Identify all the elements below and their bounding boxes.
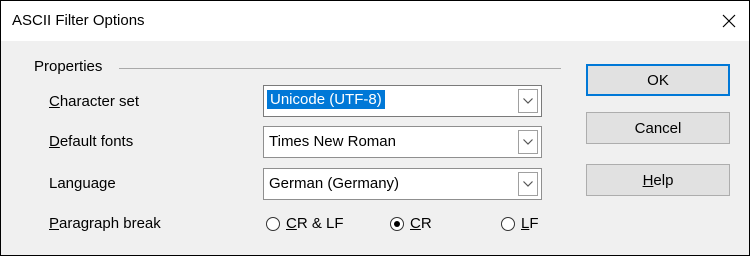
close-icon (722, 14, 736, 28)
character-set-label: Character set (49, 93, 140, 110)
default-fonts-label: Default fonts (49, 133, 134, 150)
character-set-dropdown-button[interactable] (518, 89, 538, 113)
chevron-down-icon (523, 98, 533, 104)
default-fonts-dropdown-button[interactable] (518, 130, 538, 154)
title-bar: ASCII Filter Options (1, 1, 749, 41)
radio-cr[interactable]: CR (390, 215, 432, 232)
radio-lf-circle[interactable] (501, 216, 515, 231)
radio-selected-dot (394, 220, 400, 227)
chevron-down-icon (523, 139, 533, 145)
group-divider (119, 68, 561, 69)
close-button[interactable] (709, 1, 749, 41)
radio-lf[interactable]: LF (501, 215, 539, 232)
language-value: German (Germany) (269, 175, 400, 192)
ascii-filter-options-dialog: ASCII Filter Options Properties Characte… (0, 0, 750, 256)
default-fonts-select[interactable]: Times New Roman (263, 126, 542, 158)
radio-cr-lf-circle[interactable] (266, 216, 280, 231)
properties-group-label: Properties (34, 58, 103, 75)
help-button[interactable]: Help (586, 164, 730, 196)
radio-cr-label: CR (410, 215, 432, 232)
default-fonts-value: Times New Roman (269, 133, 396, 150)
language-label: Language (49, 175, 116, 192)
radio-lf-label: LF (521, 215, 539, 232)
radio-cr-lf[interactable]: CR & LF (266, 215, 344, 232)
character-set-select[interactable]: Unicode (UTF-8) (263, 85, 542, 117)
cancel-button[interactable]: Cancel (586, 112, 730, 144)
chevron-down-icon (523, 181, 533, 187)
paragraph-break-label: Paragraph break (49, 215, 161, 232)
window-title: ASCII Filter Options (12, 12, 145, 29)
radio-cr-lf-label: CR & LF (286, 215, 344, 232)
language-select[interactable]: German (Germany) (263, 168, 542, 200)
language-dropdown-button[interactable] (518, 172, 538, 196)
ok-button[interactable]: OK (586, 64, 730, 96)
character-set-value: Unicode (UTF-8) (267, 90, 385, 109)
radio-cr-circle[interactable] (390, 216, 404, 231)
